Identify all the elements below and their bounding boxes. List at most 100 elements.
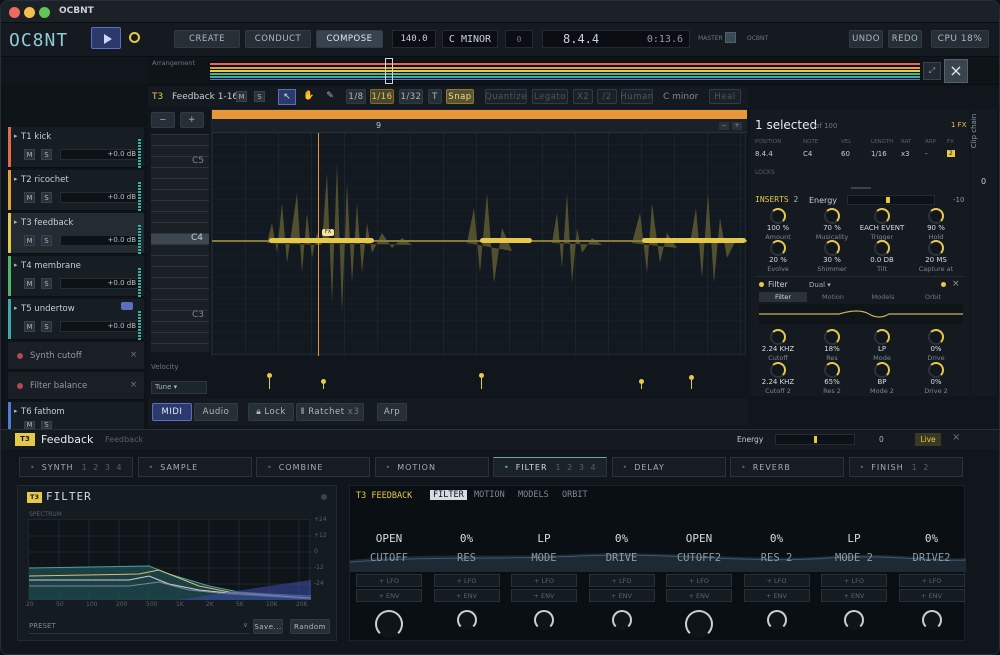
filter-subtab[interactable]: Orbit <box>909 292 957 302</box>
track-volume[interactable]: +0.0 dB <box>60 278 140 289</box>
device-tab[interactable]: • MOTION <box>374 457 489 477</box>
track-volume[interactable]: +0.0 dB <box>60 149 140 160</box>
ruler-minus-icon[interactable]: − <box>719 122 729 130</box>
mute-button[interactable]: M <box>24 235 35 246</box>
module-param-value[interactable]: OPEN <box>354 532 424 545</box>
quantize-button[interactable]: Quantize <box>485 89 527 104</box>
track-row[interactable]: ▸ T6 fathom M S <box>8 402 144 430</box>
track-row[interactable]: ▸ T1 kick M S +0.0 dB <box>8 127 144 168</box>
remove-insert-icon[interactable]: × <box>952 279 960 289</box>
expand-chevron-icon[interactable]: ▸ <box>14 407 18 415</box>
filter-mode-dropdown[interactable]: Dual ▾ <box>809 281 831 289</box>
clip-solo-button[interactable]: S <box>254 91 265 102</box>
macro-knob[interactable] <box>874 208 890 224</box>
device-tab[interactable]: • SAMPLE <box>137 457 252 477</box>
grid-1-32-button[interactable]: 1/32 <box>399 89 423 104</box>
expand-chevron-icon[interactable]: ▸ <box>14 261 18 269</box>
hand-tool-icon[interactable]: ✋ <box>300 89 318 105</box>
device-tab[interactable]: • FINISH 1 2 <box>848 457 963 477</box>
velocity-handle[interactable] <box>639 379 644 384</box>
note-fx-tag[interactable]: FX <box>322 229 334 236</box>
send-row[interactable]: Synth cutoff × <box>8 342 144 370</box>
module-tab[interactable]: MOTION <box>474 490 505 500</box>
velocity-handle[interactable] <box>479 373 484 378</box>
macro-knob[interactable] <box>824 208 840 224</box>
clip-mute-button[interactable]: M <box>236 91 247 102</box>
pencil-tool-icon[interactable]: ✎ <box>321 89 339 105</box>
grid-1-8-button[interactable]: 1/8 <box>346 89 366 104</box>
tempo-display[interactable]: 140.0 <box>392 30 436 48</box>
expand-chevron-icon[interactable]: ▸ <box>14 175 18 183</box>
add-env-button[interactable]: + ENV <box>666 589 732 602</box>
minimize-window-button[interactable] <box>24 7 35 18</box>
macro-knob[interactable] <box>824 240 840 256</box>
macro-knob[interactable] <box>928 208 944 224</box>
add-lfo-button[interactable]: + LFO <box>433 574 500 587</box>
solo-button[interactable]: S <box>41 321 52 332</box>
add-lfo-button[interactable]: + LFO <box>743 574 810 587</box>
filter-knob[interactable] <box>770 362 786 378</box>
track-volume[interactable]: +0.0 dB <box>60 235 140 246</box>
solo-button[interactable]: S <box>41 192 52 203</box>
zoom-out-button[interactable]: − <box>151 112 175 128</box>
undo-button[interactable]: UNDO <box>849 30 883 48</box>
close-window-button[interactable] <box>9 7 20 18</box>
macro-knob[interactable] <box>770 208 786 224</box>
module-tab[interactable]: FILTER <box>430 490 467 500</box>
module-param-knob[interactable] <box>375 610 403 638</box>
humanize-button[interactable]: Human <box>620 89 653 104</box>
mute-button[interactable]: M <box>24 421 35 429</box>
redo-button[interactable]: REDO <box>888 30 922 48</box>
solo-button[interactable]: S <box>41 235 52 246</box>
device-energy-slider[interactable] <box>775 434 855 445</box>
module-param-knob[interactable] <box>685 610 713 638</box>
track-row[interactable]: ▸ T4 membrane M S +0.0 dB <box>8 256 144 297</box>
mute-button[interactable]: M <box>24 321 35 332</box>
tune-dropdown[interactable]: Tune ▾ <box>151 381 207 394</box>
track-row[interactable]: ▸ T2 ricochet M S +0.0 dB <box>8 170 144 211</box>
arrangement-strip[interactable]: Arrangement ⤢ × <box>148 57 999 85</box>
add-lfo-button[interactable]: + LFO <box>821 574 887 587</box>
module-tab[interactable]: MODELS <box>518 490 549 500</box>
close-arrangement-button[interactable]: × <box>944 59 968 83</box>
add-env-button[interactable]: + ENV <box>433 589 500 602</box>
add-lfo-button[interactable]: + LFO <box>898 574 965 587</box>
add-env-button[interactable]: + ENV <box>588 589 655 602</box>
module-param-knob[interactable] <box>844 610 864 630</box>
expand-chevron-icon[interactable]: ▸ <box>14 132 18 140</box>
add-lfo-button[interactable]: + LFO <box>588 574 655 587</box>
macro-knob[interactable] <box>874 240 890 256</box>
create-button[interactable]: CREATE <box>174 30 240 48</box>
live-button[interactable]: Live <box>915 433 941 446</box>
note[interactable] <box>269 238 374 243</box>
module-param-value[interactable]: 0% <box>432 532 502 545</box>
velocity-handle[interactable] <box>689 375 694 380</box>
playhead[interactable] <box>318 133 319 356</box>
audio-button[interactable]: Audio <box>194 403 238 421</box>
add-env-button[interactable]: + ENV <box>898 589 965 602</box>
add-env-button[interactable]: + ENV <box>511 589 577 602</box>
filter-enabled-icon[interactable] <box>759 282 764 287</box>
filter-subtab[interactable]: Models <box>859 292 907 302</box>
filter-knob[interactable] <box>874 329 890 345</box>
track-volume[interactable]: +0.0 dB <box>60 321 140 332</box>
device-tab[interactable]: • COMBINE <box>256 457 370 477</box>
module-param-knob[interactable] <box>921 610 942 630</box>
track-badge-icon[interactable] <box>121 302 133 310</box>
module-param-value[interactable]: 0% <box>742 532 812 545</box>
module-param-value[interactable]: 0% <box>897 532 967 545</box>
add-lfo-button[interactable]: + LFO <box>666 574 732 587</box>
send-row[interactable]: Filter balance × <box>8 372 144 400</box>
inspector-value[interactable]: 2 <box>947 150 955 157</box>
filter-subtab[interactable]: Motion <box>809 292 857 302</box>
macro-knob[interactable] <box>928 240 944 256</box>
filter-knob[interactable] <box>770 329 786 345</box>
triplet-button[interactable]: T <box>428 89 442 104</box>
device-tab[interactable]: • FILTER 1 2 3 4 <box>493 457 607 477</box>
device-tab[interactable]: • REVERB <box>730 457 844 477</box>
arrangement-overview[interactable] <box>210 58 920 84</box>
zoom-in-button[interactable]: + <box>180 112 204 128</box>
module-tab[interactable]: ORBIT <box>562 490 588 500</box>
expand-chevron-icon[interactable]: ▸ <box>14 304 18 312</box>
velocity-handle[interactable] <box>267 373 272 378</box>
